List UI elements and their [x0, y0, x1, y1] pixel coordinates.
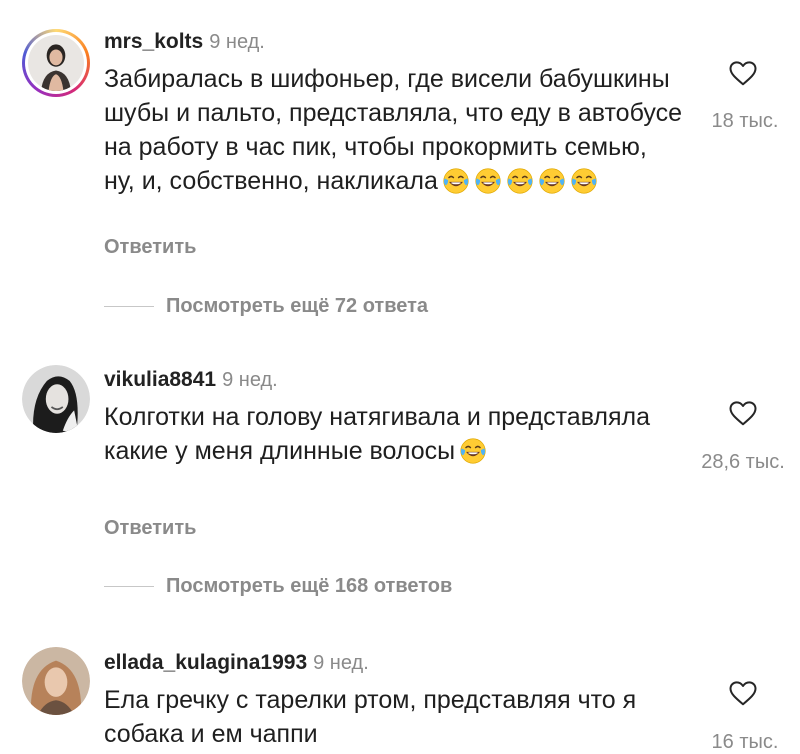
- avatar-story-ring[interactable]: [22, 29, 90, 97]
- face-with-tears-of-joy-icon: [475, 168, 501, 194]
- face-with-tears-of-joy-icon: [443, 168, 469, 194]
- like-count: 28,6 тыс.: [701, 451, 785, 473]
- face-with-tears-of-joy-icon: [571, 168, 597, 194]
- emoji-group: [438, 167, 598, 195]
- timestamp: 9 нед.: [222, 369, 278, 391]
- emoji-group: [455, 437, 487, 465]
- avatar[interactable]: [22, 647, 90, 715]
- face-with-tears-of-joy-icon: [460, 438, 486, 464]
- timestamp: 9 нед.: [313, 652, 369, 674]
- avatar-image: [22, 647, 90, 715]
- view-more-replies-label: Посмотреть ещё 168 ответов: [166, 575, 453, 597]
- username[interactable]: vikulia8841: [104, 368, 216, 391]
- comment-text-body: Колготки на голову натягивала и представ…: [104, 403, 651, 465]
- comment-header: ellada_kulagina1993 9 нед.: [104, 651, 369, 675]
- heart-icon[interactable]: [728, 678, 758, 708]
- heart-icon[interactable]: [728, 58, 758, 88]
- face-with-tears-of-joy-icon: [507, 168, 533, 194]
- avatar-image: [22, 365, 90, 433]
- username[interactable]: mrs_kolts: [104, 30, 203, 53]
- like-count: 16 тыс.: [711, 731, 779, 753]
- reply-button[interactable]: Ответить: [104, 236, 196, 259]
- heart-icon[interactable]: [728, 398, 758, 428]
- comment-header: mrs_kolts 9 нед.: [104, 30, 265, 54]
- comment-text: Забиралась в шифоньер, где висели бабушк…: [104, 62, 684, 198]
- reply-button[interactable]: Ответить: [104, 517, 196, 540]
- comment-text: Ела гречку с тарелки ртом, представляя ч…: [104, 686, 637, 748]
- timestamp: 9 нед.: [209, 31, 265, 53]
- comment-header: vikulia8841 9 нед.: [104, 368, 278, 392]
- divider: [104, 586, 154, 588]
- comment-text: Колготки на голову натягивала и представ…: [104, 400, 684, 468]
- view-more-replies-button[interactable]: Посмотреть ещё 168 ответов: [104, 575, 452, 598]
- avatar[interactable]: [22, 365, 90, 433]
- view-more-replies-button[interactable]: Посмотреть ещё 72 ответа: [104, 295, 428, 318]
- avatar: [28, 35, 84, 91]
- username[interactable]: ellada_kulagina1993: [104, 651, 307, 674]
- face-with-tears-of-joy-icon: [539, 168, 565, 194]
- like-count: 18 тыс.: [711, 110, 779, 132]
- divider: [104, 306, 154, 308]
- view-more-replies-label: Посмотреть ещё 72 ответа: [166, 295, 429, 317]
